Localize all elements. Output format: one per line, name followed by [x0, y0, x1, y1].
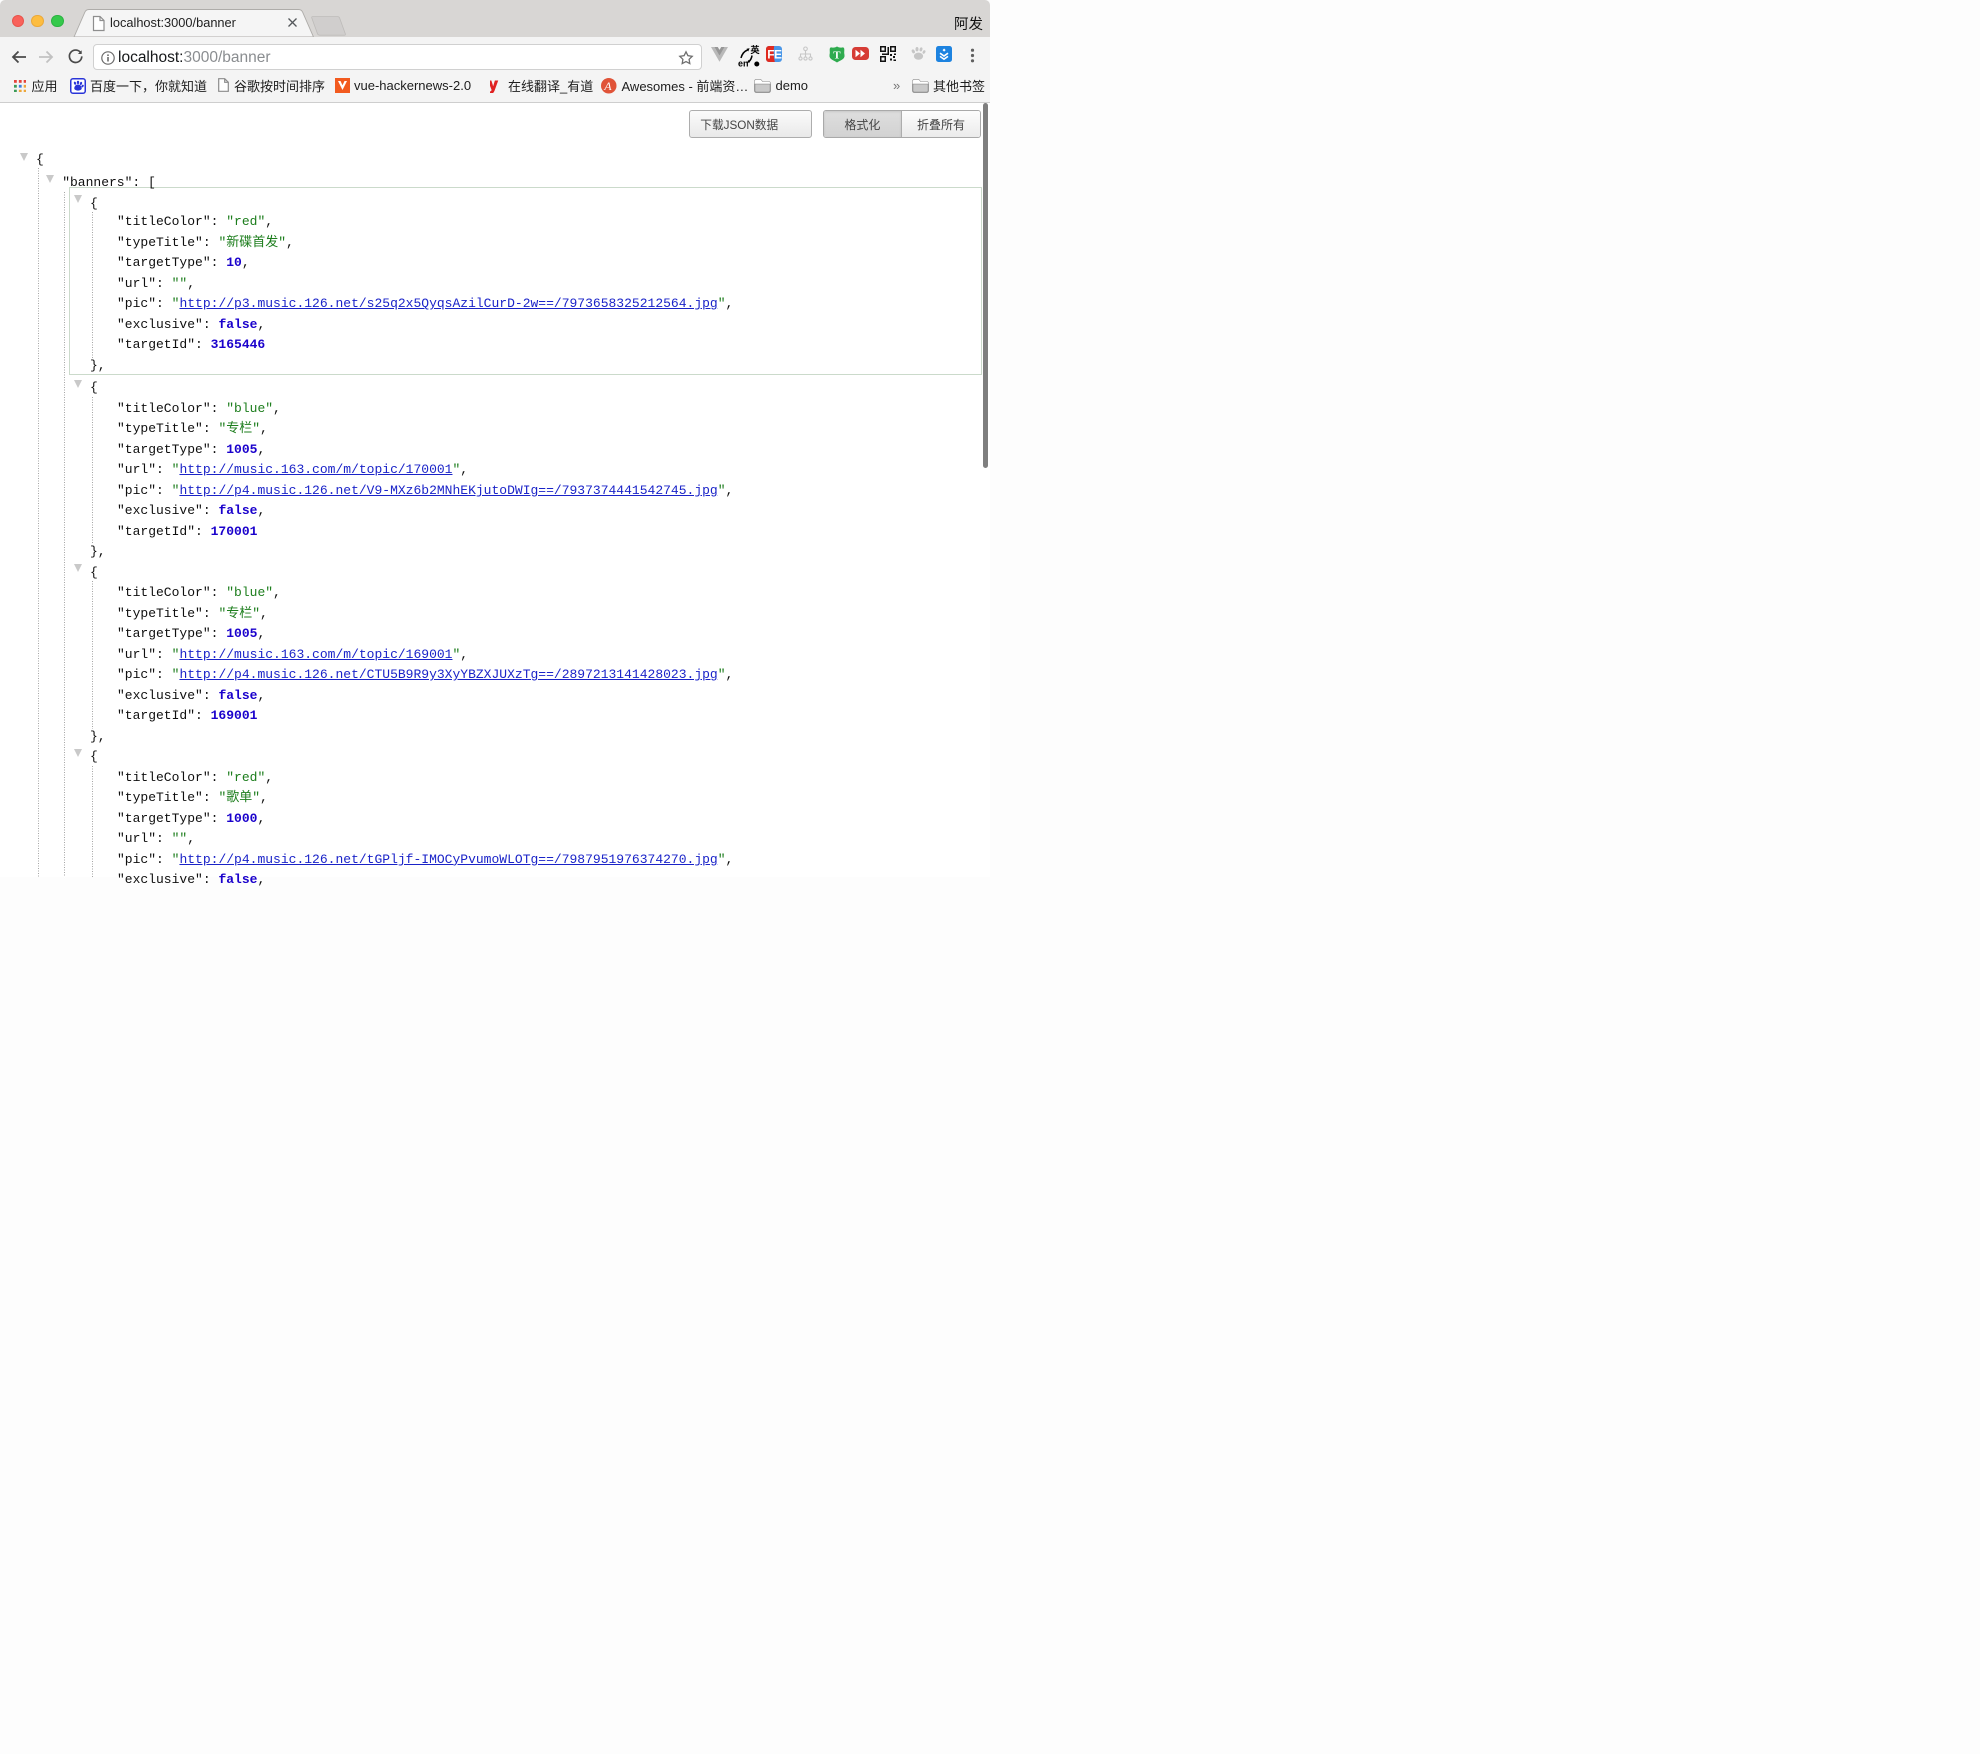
svg-text:en: en — [738, 59, 749, 69]
svg-text:T: T — [833, 49, 841, 61]
svg-text:E: E — [774, 48, 782, 62]
svg-text:英: 英 — [750, 45, 761, 55]
svg-text:y: y — [490, 77, 499, 93]
svg-text:A: A — [603, 79, 612, 93]
